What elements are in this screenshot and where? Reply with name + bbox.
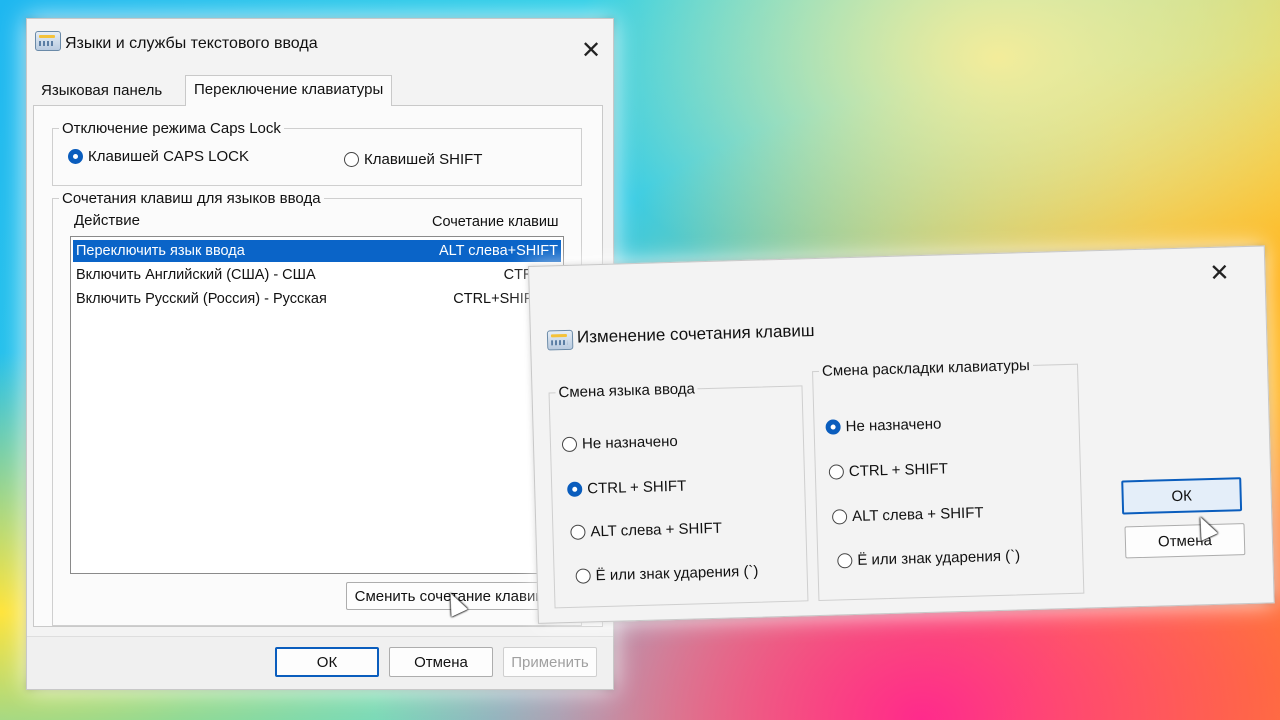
radio-shift[interactable]: Клавишей SHIFT xyxy=(344,151,482,168)
layout-legend: Смена раскладки клавиатуры xyxy=(821,357,1031,380)
titlebar: Языки и службы текстового ввода ✕ xyxy=(27,19,613,73)
change-hotkey-dialog: Изменение сочетания клавиш ✕ Смена языка… xyxy=(528,245,1275,624)
radio-indicator xyxy=(68,149,83,164)
tab-page: Отключение режима Caps Lock Клавишей CAP… xyxy=(33,105,603,627)
text-services-dialog: Языки и службы текстового ввода ✕ Языков… xyxy=(26,18,614,690)
radio-indicator xyxy=(561,436,578,453)
cancel-button[interactable]: Отмена xyxy=(389,647,493,677)
row-action: Включить Английский (США) - США xyxy=(76,267,316,283)
hotkeys-legend: Сочетания клавиш для языков ввода xyxy=(62,190,321,207)
list-item[interactable]: Включить Английский (США) - США CTRL+4 xyxy=(73,264,561,286)
dialog-footer: ОК Отмена Применить xyxy=(27,636,613,689)
cancel-button[interactable]: Отмена xyxy=(1124,523,1246,559)
radio-label: Клавишей CAPS LOCK xyxy=(88,148,249,165)
radio-label: Не назначено xyxy=(581,432,678,453)
tab-keyboard-switching[interactable]: Переключение клавиатуры xyxy=(185,75,393,106)
radio-layout-none[interactable]: Не назначено xyxy=(825,415,942,436)
radio-indicator xyxy=(570,524,586,540)
radio-indicator xyxy=(828,464,845,480)
radio-indicator xyxy=(825,419,841,435)
radio-indicator xyxy=(575,568,591,584)
close-icon[interactable]: ✕ xyxy=(581,39,601,63)
radio-caps-lock[interactable]: Клавишей CAPS LOCK xyxy=(68,148,249,165)
radio-lang-none[interactable]: Не назначено xyxy=(561,432,678,453)
list-item[interactable]: Переключить язык ввода ALT слева+SHIFT xyxy=(73,240,561,262)
row-action: Переключить язык ввода xyxy=(76,243,245,259)
radio-label: Клавишей SHIFT xyxy=(364,151,483,168)
window-title: Языки и службы текстового ввода xyxy=(65,35,318,52)
input-language-legend: Смена языка ввода xyxy=(558,380,696,402)
radio-indicator xyxy=(831,509,848,525)
column-action: Действие xyxy=(74,212,140,229)
close-icon[interactable]: ✕ xyxy=(1209,259,1230,287)
caps-lock-legend: Отключение режима Caps Lock xyxy=(62,120,281,137)
keyboard-app-icon xyxy=(35,31,61,51)
tab-language-bar[interactable]: Языковая панель xyxy=(33,77,170,105)
row-action: Включить Русский (Россия) - Русская xyxy=(76,291,327,307)
window-title: Изменение сочетания клавиш xyxy=(576,321,815,347)
hotkeys-list[interactable]: Переключить язык ввода ALT слева+SHIFT В… xyxy=(70,236,564,574)
row-keys: ALT слева+SHIFT xyxy=(438,243,558,259)
radio-label: CTRL + SHIFT xyxy=(848,460,949,481)
apply-button: Применить xyxy=(503,647,597,677)
keyboard-app-icon xyxy=(546,329,574,351)
radio-lang-ctrl-shift[interactable]: CTRL + SHIFT xyxy=(567,478,686,498)
column-keys: Сочетание клавиш xyxy=(432,214,559,230)
ok-button[interactable]: ОК xyxy=(1121,477,1243,515)
radio-label: CTRL + SHIFT xyxy=(587,477,687,498)
radio-indicator xyxy=(567,481,583,497)
radio-indicator xyxy=(837,553,853,569)
radio-layout-ctrl-shift[interactable]: CTRL + SHIFT xyxy=(828,460,949,481)
radio-label: Не назначено xyxy=(845,415,942,436)
list-item[interactable]: Включить Русский (Россия) - Русская CTRL… xyxy=(73,288,561,310)
ok-button[interactable]: ОК xyxy=(275,647,379,677)
radio-indicator xyxy=(344,152,359,167)
